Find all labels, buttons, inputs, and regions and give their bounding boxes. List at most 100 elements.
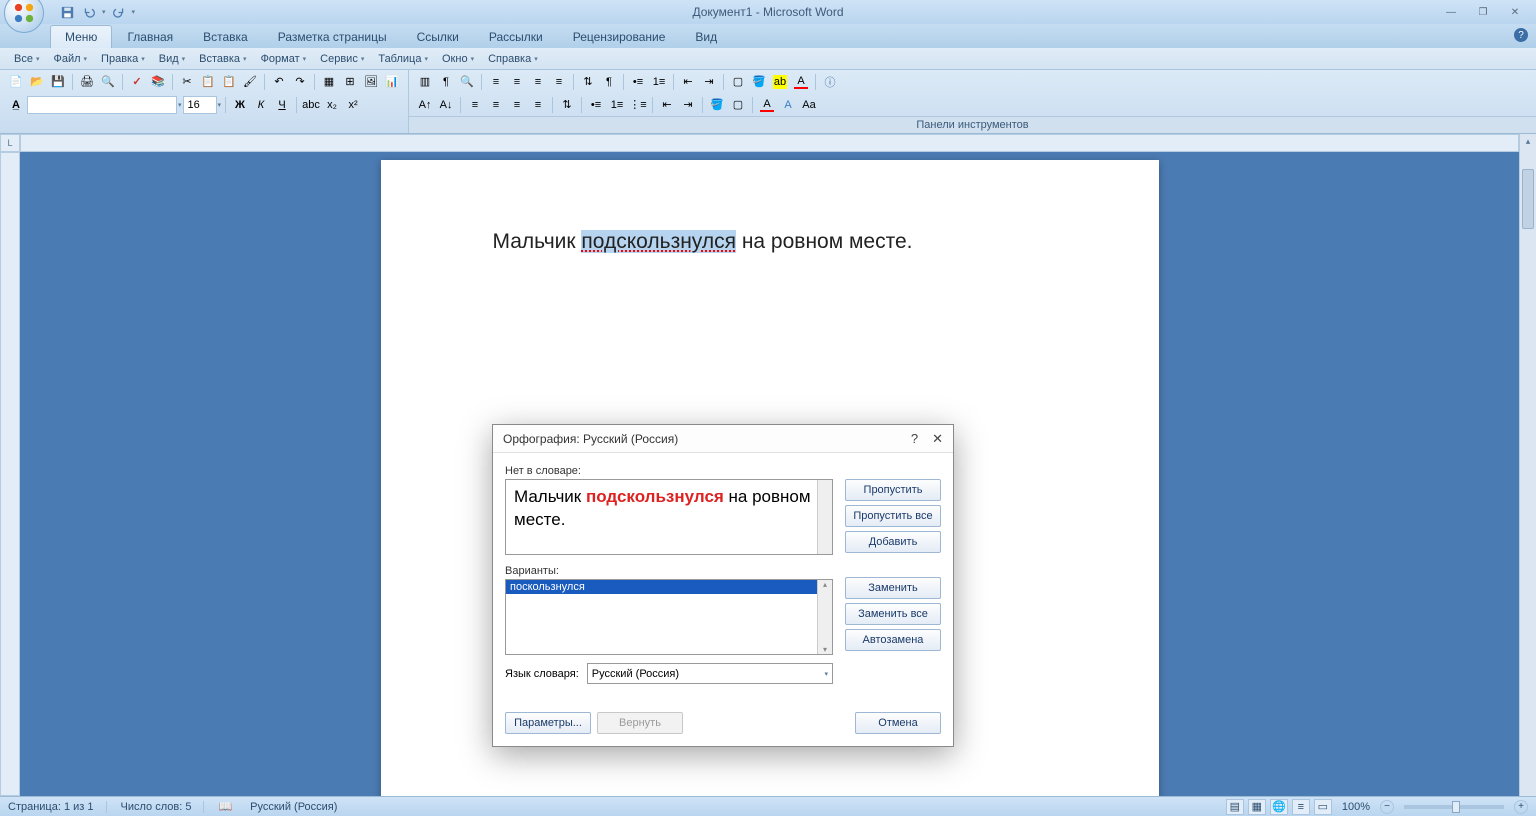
web-layout-view-icon[interactable]: 🌐 <box>1270 799 1288 815</box>
print-layout-view-icon[interactable]: ▤ <box>1226 799 1244 815</box>
draft-view-icon[interactable]: ▭ <box>1314 799 1332 815</box>
menu-all[interactable]: Все▾ <box>8 51 45 67</box>
decrease-indent2-icon[interactable]: ⇤ <box>657 95 677 115</box>
strikethrough-icon[interactable]: abc <box>301 95 321 115</box>
not-in-dictionary-textbox[interactable]: Мальчик подскользнулся на ровном месте. <box>505 479 833 555</box>
zoom-slider[interactable] <box>1404 805 1504 809</box>
variant-item[interactable]: поскользнулся <box>506 580 832 594</box>
align-right-icon[interactable]: ≡ <box>507 95 527 115</box>
spellcheck-icon[interactable]: ✓ <box>127 72 147 92</box>
close-button[interactable]: ✕ <box>1502 4 1528 20</box>
dialog-close-icon[interactable]: ✕ <box>932 431 943 447</box>
menu-window[interactable]: Окно▾ <box>436 51 480 67</box>
font-size-input[interactable] <box>183 96 217 114</box>
grow-font-icon[interactable]: A↑ <box>415 95 435 115</box>
status-page[interactable]: Страница: 1 из 1 <box>8 801 107 813</box>
new-doc-icon[interactable]: 📄 <box>6 72 26 92</box>
align-center-icon[interactable]: ≡ <box>507 72 527 92</box>
menu-tools[interactable]: Сервис▾ <box>314 51 370 67</box>
picture-icon[interactable]: 🖼 <box>361 72 381 92</box>
tab-mailings[interactable]: Рассылки <box>474 25 558 48</box>
status-word-count[interactable]: Число слов: 5 <box>121 801 205 813</box>
copy-icon[interactable]: 📋 <box>198 72 218 92</box>
menu-file[interactable]: Файл▾ <box>47 51 93 67</box>
dialog-titlebar[interactable]: Орфография: Русский (Россия) ? ✕ <box>493 425 953 453</box>
shading-icon[interactable]: 🪣 <box>749 72 769 92</box>
font-name-input[interactable] <box>27 96 177 114</box>
maximize-button[interactable]: ❐ <box>1470 4 1496 20</box>
undo-dropdown-icon[interactable]: ▾ <box>102 8 106 16</box>
cut-icon[interactable]: ✂ <box>177 72 197 92</box>
add-button[interactable]: Добавить <box>845 531 941 553</box>
scrollbar[interactable] <box>817 480 832 554</box>
status-language[interactable]: Русский (Россия) <box>250 801 349 813</box>
variants-listbox[interactable]: поскользнулся ▴ ▾ <box>505 579 833 655</box>
save-icon[interactable] <box>58 3 76 21</box>
table-icon[interactable]: ▦ <box>319 72 339 92</box>
menu-view[interactable]: Вид▾ <box>153 51 191 67</box>
format-painter-icon[interactable]: 🖌 <box>240 72 260 92</box>
undo-icon[interactable] <box>80 3 98 21</box>
borders-icon[interactable]: ▢ <box>728 72 748 92</box>
ignore-all-button[interactable]: Пропустить все <box>845 505 941 527</box>
shrink-font-icon[interactable]: A↓ <box>436 95 456 115</box>
increase-indent-icon[interactable]: ⇥ <box>699 72 719 92</box>
line-spacing-icon[interactable]: ⇅ <box>578 72 598 92</box>
vertical-ruler[interactable] <box>0 152 20 796</box>
tab-layout[interactable]: Разметка страницы <box>263 25 402 48</box>
paste-icon[interactable]: 📋 <box>219 72 239 92</box>
increase-indent2-icon[interactable]: ⇥ <box>678 95 698 115</box>
tab-review[interactable]: Рецензирование <box>558 25 681 48</box>
undo-icon[interactable]: ↶ <box>269 72 289 92</box>
borders2-icon[interactable]: ▢ <box>728 95 748 115</box>
document-area[interactable]: Мальчик подскользнулся на ровном месте. … <box>20 152 1519 796</box>
full-screen-view-icon[interactable]: ▦ <box>1248 799 1266 815</box>
columns-icon[interactable]: ▥ <box>415 72 435 92</box>
insert-table-icon[interactable]: ⊞ <box>340 72 360 92</box>
dialog-help-icon[interactable]: ? <box>911 431 918 446</box>
chevron-down-icon[interactable]: ▾ <box>218 101 222 109</box>
text-effects-icon[interactable]: A <box>778 95 798 115</box>
font-color2-icon[interactable]: A <box>757 95 777 115</box>
bold-icon[interactable]: Ж <box>230 95 250 115</box>
document-text[interactable]: Мальчик подскользнулся на ровном месте. <box>493 228 1047 254</box>
change-all-button[interactable]: Заменить все <box>845 603 941 625</box>
tab-references[interactable]: Ссылки <box>402 25 474 48</box>
zoom-level[interactable]: 100% <box>1342 801 1370 813</box>
superscript-icon[interactable]: x² <box>343 95 363 115</box>
underline-icon[interactable]: Ч <box>272 95 292 115</box>
numbering2-icon[interactable]: 1≡ <box>607 95 627 115</box>
menu-format[interactable]: Формат▾ <box>255 51 313 67</box>
align-center-icon[interactable]: ≡ <box>486 95 506 115</box>
change-case-icon[interactable]: Aa <box>799 95 819 115</box>
bullets-icon[interactable]: •≡ <box>628 72 648 92</box>
shading2-icon[interactable]: 🪣 <box>707 95 727 115</box>
styles-icon[interactable]: A̲ <box>6 95 26 115</box>
tab-home[interactable]: Главная <box>112 25 188 48</box>
tab-insert[interactable]: Вставка <box>188 25 263 48</box>
bullets2-icon[interactable]: •≡ <box>586 95 606 115</box>
justify-icon[interactable]: ≡ <box>528 95 548 115</box>
align-left-icon[interactable]: ≡ <box>486 72 506 92</box>
multilevel-icon[interactable]: ⋮≡ <box>628 95 648 115</box>
font-color-icon[interactable]: A <box>791 72 811 92</box>
print-icon[interactable]: 🖨 <box>77 72 97 92</box>
ruler-corner[interactable]: L <box>0 134 20 152</box>
italic-icon[interactable]: К <box>251 95 271 115</box>
status-spellcheck-icon[interactable]: 📖 <box>218 800 236 813</box>
options-button[interactable]: Параметры... <box>505 712 591 734</box>
change-button[interactable]: Заменить <box>845 577 941 599</box>
qat-customize-icon[interactable]: ▾ <box>132 8 136 16</box>
horizontal-ruler[interactable] <box>20 134 1519 152</box>
tab-view[interactable]: Вид <box>680 25 732 48</box>
dictionary-language-select[interactable]: Русский (Россия) ▾ <box>587 663 833 684</box>
zoom-in-button[interactable]: + <box>1514 800 1528 814</box>
redo-icon[interactable] <box>110 3 128 21</box>
autocorrect-button[interactable]: Автозамена <box>845 629 941 651</box>
research-icon[interactable]: 📚 <box>148 72 168 92</box>
ignore-button[interactable]: Пропустить <box>845 479 941 501</box>
help-button-icon[interactable]: ⓘ <box>820 72 840 92</box>
redo-icon[interactable]: ↷ <box>290 72 310 92</box>
zoom-out-button[interactable]: − <box>1380 800 1394 814</box>
subscript-icon[interactable]: x₂ <box>322 95 342 115</box>
